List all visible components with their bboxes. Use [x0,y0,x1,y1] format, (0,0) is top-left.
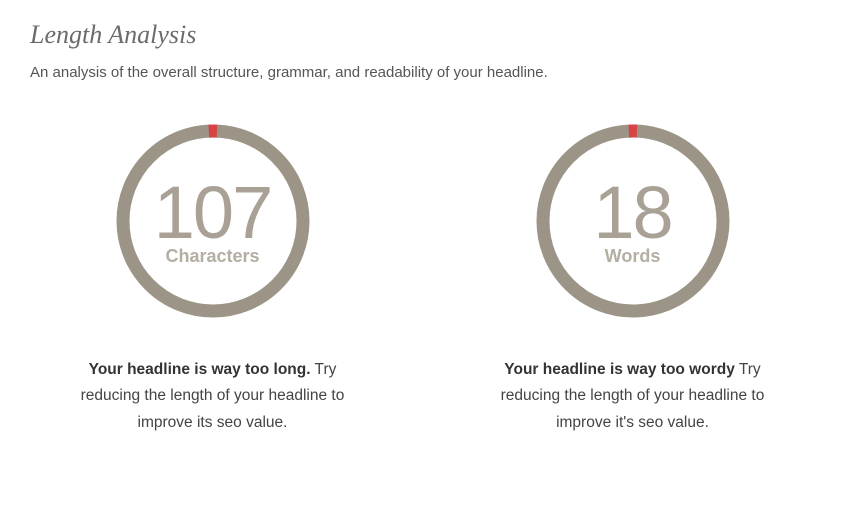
metrics-container: 107 Characters Your headline is way too … [30,121,815,436]
section-description: An analysis of the overall structure, gr… [30,64,815,81]
gauge-characters: 107 Characters [113,121,313,321]
metric-message-words: Your headline is way too wordy Try reduc… [488,357,778,436]
gauge-value-words: 18 [593,176,671,250]
metric-message-bold: Your headline is way too wordy [504,361,735,378]
metric-message-characters: Your headline is way too long. Try reduc… [68,357,358,436]
gauge-value-characters: 107 [154,176,271,250]
section-title: Length Analysis [30,20,815,50]
gauge-words: 18 Words [533,121,733,321]
metric-card-words: 18 Words Your headline is way too wordy … [483,121,783,436]
metric-message-bold: Your headline is way too long. [89,361,311,378]
gauge-label-characters: Characters [165,246,259,267]
gauge-label-words: Words [605,246,661,267]
metric-card-characters: 107 Characters Your headline is way too … [63,121,363,436]
